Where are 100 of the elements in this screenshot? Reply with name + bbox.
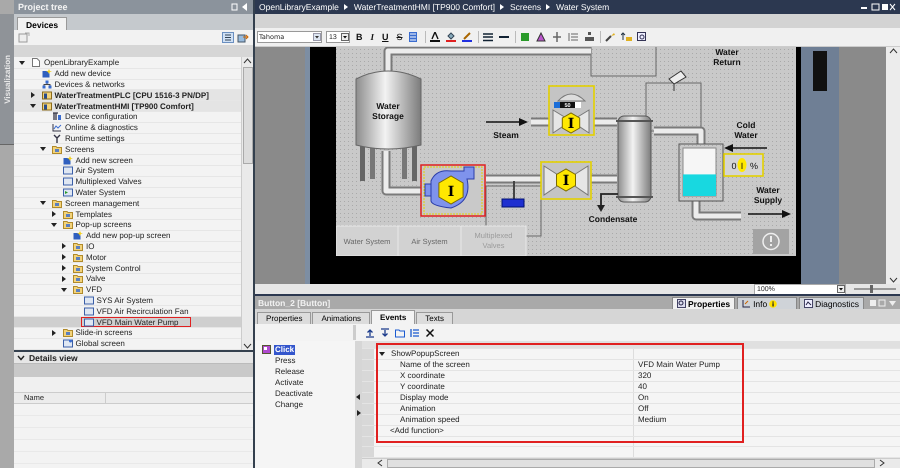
tree-toggle-icon[interactable] xyxy=(40,146,46,152)
list-view-icon[interactable] xyxy=(222,32,234,43)
tree-toggle-icon[interactable] xyxy=(19,60,25,66)
dropdown-icon[interactable] xyxy=(837,285,845,293)
list-icon[interactable] xyxy=(410,328,420,338)
event-item[interactable]: Press xyxy=(274,356,296,366)
scroll-up-icon[interactable] xyxy=(243,57,252,65)
tree-item[interactable]: Runtime settings xyxy=(14,134,241,144)
parameter-value[interactable]: On xyxy=(634,392,900,403)
tree-toggle-icon[interactable] xyxy=(50,222,56,228)
line-color-icon[interactable] xyxy=(462,32,474,42)
scroll-down-icon[interactable] xyxy=(243,342,252,350)
layer-icon[interactable] xyxy=(620,32,633,42)
inspector-tab[interactable]: Diagnostics xyxy=(799,297,864,309)
scrollbar[interactable] xyxy=(886,47,900,284)
devices-tab[interactable]: Devices xyxy=(17,17,68,30)
event-item[interactable]: Deactivate xyxy=(274,388,314,398)
tree-toggle-icon[interactable] xyxy=(40,200,46,206)
format-button[interactable]: I xyxy=(368,32,376,42)
event-item[interactable]: Activate xyxy=(274,378,304,388)
tree-item[interactable]: WaterTreatmentHMI [TP900 Comfort] xyxy=(14,101,241,112)
tree-toggle-icon[interactable] xyxy=(61,265,67,272)
font-color-icon[interactable] xyxy=(430,32,442,42)
scroll-down-icon[interactable] xyxy=(888,276,898,284)
dropdown-icon[interactable] xyxy=(341,33,349,41)
format-button[interactable]: U xyxy=(380,32,391,42)
tree-toggle-icon[interactable] xyxy=(61,286,67,293)
tree-item[interactable]: WaterTreatmentPLC [CPU 1516-3 PN/DP] xyxy=(14,90,241,102)
slider-thumb[interactable] xyxy=(870,285,873,293)
inspector-subtab[interactable]: Properties xyxy=(257,312,312,324)
format-button[interactable]: B xyxy=(354,32,364,42)
tree-item[interactable]: Water System xyxy=(14,188,241,198)
tree-toggle-icon[interactable] xyxy=(61,254,67,260)
new-document-icon[interactable] xyxy=(18,32,30,43)
parameter-value[interactable]: Medium xyxy=(634,414,900,425)
tree-item[interactable]: VFD Main Water Pump xyxy=(14,317,241,328)
tree-toggle-icon[interactable] xyxy=(50,211,56,218)
tree-item[interactable]: Screen management xyxy=(14,198,241,210)
add-function-link[interactable]: <Add function> xyxy=(374,426,634,436)
parameter-value[interactable]: 40 xyxy=(634,382,900,392)
move-down-icon[interactable] xyxy=(380,328,390,338)
tree-item[interactable]: Add new pop-up screen xyxy=(14,230,241,242)
tree-item[interactable]: Air System xyxy=(14,166,241,177)
breadcrumb-item[interactable]: Water System xyxy=(556,2,610,12)
tree-toggle-icon[interactable] xyxy=(61,243,67,250)
tree-toggle-icon[interactable] xyxy=(61,276,67,282)
scroll-left-icon[interactable] xyxy=(376,459,384,468)
breadcrumb-item[interactable]: Screens xyxy=(510,2,542,12)
arrange-icon[interactable] xyxy=(584,32,596,42)
tree-toggle-icon[interactable] xyxy=(50,330,56,336)
scrollbar[interactable] xyxy=(241,57,253,350)
tree-item[interactable]: System Control xyxy=(14,263,241,274)
format-button[interactable]: S xyxy=(394,32,405,42)
tree-item[interactable]: VFD xyxy=(14,284,241,296)
export-icon[interactable] xyxy=(237,32,249,43)
delete-icon[interactable] xyxy=(425,328,435,338)
inspector-subtab[interactable]: Events xyxy=(371,310,416,324)
tree-toggle-icon[interactable] xyxy=(30,92,36,98)
scroll-thumb[interactable] xyxy=(387,458,875,468)
folder-icon[interactable] xyxy=(395,328,405,338)
list-icon[interactable] xyxy=(568,32,580,42)
collapse-chevron-icon[interactable] xyxy=(17,354,25,360)
parameter-value[interactable]: Off xyxy=(634,404,900,414)
scroll-up-icon[interactable] xyxy=(888,47,898,55)
fill-color-icon[interactable] xyxy=(446,32,458,42)
dropdown-icon[interactable] xyxy=(313,33,321,41)
scroll-thumb[interactable] xyxy=(242,67,252,164)
tree-item[interactable]: Add new device xyxy=(14,68,241,80)
tree-item[interactable]: Online & diagnostics xyxy=(14,122,241,134)
tree-item[interactable]: Templates xyxy=(14,209,241,220)
move-up-icon[interactable] xyxy=(365,328,375,338)
event-item[interactable]: Release xyxy=(274,366,306,376)
event-item[interactable]: Click xyxy=(274,344,296,354)
inspector-subtab[interactable]: Animations xyxy=(312,312,370,324)
breadcrumb-item[interactable]: OpenLibraryExample xyxy=(259,2,339,12)
event-item[interactable]: Change xyxy=(274,400,304,410)
scroll-right-icon[interactable] xyxy=(878,459,886,468)
splitter[interactable] xyxy=(355,341,362,468)
parameter-value[interactable]: VFD Main Water Pump xyxy=(634,360,900,370)
tree-item[interactable]: Valve xyxy=(14,274,241,285)
panel-controls-icon[interactable] xyxy=(231,3,249,11)
inspector-tab[interactable]: Properties xyxy=(672,297,736,309)
tree-item[interactable]: Add new screen xyxy=(14,155,241,166)
tree-item[interactable]: SYS Air System xyxy=(14,296,241,306)
zoom-icon[interactable] xyxy=(636,32,649,42)
tree-item[interactable]: Device configuration xyxy=(14,112,241,123)
tree-item[interactable]: Motor xyxy=(14,252,241,264)
tree-item[interactable]: Pop-up screens xyxy=(14,220,241,231)
tree-item[interactable]: OpenLibraryExample xyxy=(14,58,241,69)
line-width-icon[interactable] xyxy=(482,32,495,42)
tree-toggle-icon[interactable] xyxy=(379,350,385,357)
tree-item[interactable]: IO xyxy=(14,242,241,252)
inspector-tab[interactable]: Info xyxy=(737,297,798,309)
parameter-value[interactable]: 320 xyxy=(634,370,900,381)
inspector-subtab[interactable]: Texts xyxy=(416,312,453,324)
brush-icon[interactable] xyxy=(604,32,617,42)
window-controls-icon[interactable] xyxy=(860,3,896,11)
scrollbar[interactable] xyxy=(362,458,900,468)
tree-item[interactable]: Slide-in screens xyxy=(14,328,241,339)
tree-item[interactable]: Multiplexed Valves xyxy=(14,176,241,188)
